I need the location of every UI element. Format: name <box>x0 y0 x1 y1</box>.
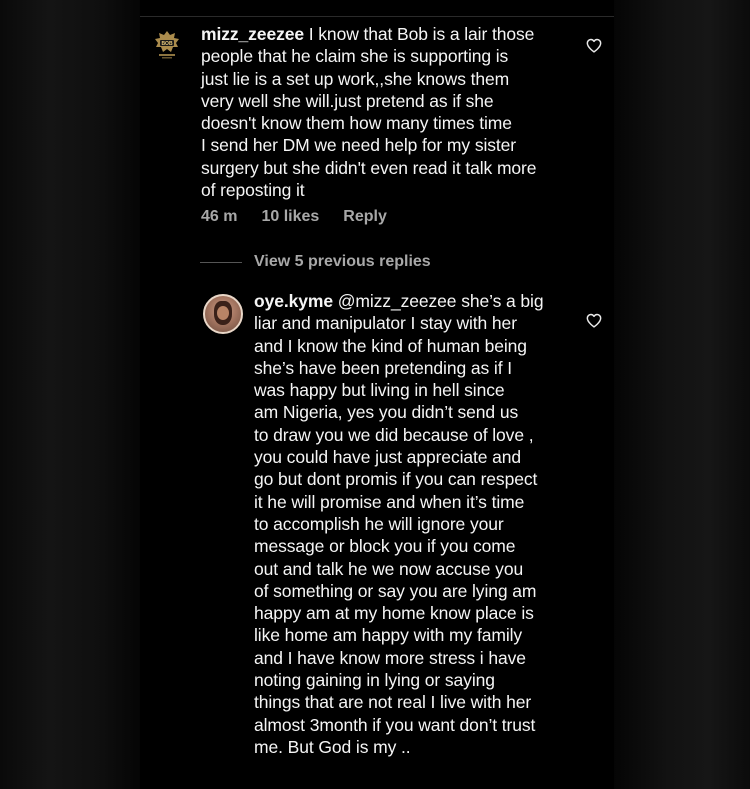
comment-timestamp: 46 m <box>201 208 238 225</box>
comment-text-line: happy am at my home know place is <box>254 603 534 624</box>
comment-body-mizz-zeezee: mizz_zeezee I know that Bob is a lair th… <box>201 23 571 201</box>
comment-username[interactable]: oye.kyme <box>254 291 333 311</box>
likes-count[interactable]: 10 likes <box>261 208 319 226</box>
left-blurred-background <box>0 0 140 789</box>
comment-text-line: go but dont promis if you can respect <box>254 469 538 490</box>
comment-text-line: to accomplish he will ignore your <box>254 513 504 534</box>
comment-username[interactable]: mizz_zeezee <box>201 24 304 44</box>
comment-text-line: of something or say you are lying am <box>254 580 537 601</box>
screenshot-frame: BOB mizz_zeezee I know that Bob is a lai… <box>0 0 750 789</box>
comment-meta: 46 m 10 likes Reply <box>201 208 411 226</box>
comment-text-line: I send her DM we need help for my sister <box>201 135 517 156</box>
view-previous-replies[interactable]: View 5 previous replies <box>200 253 431 271</box>
comment-text-line: noting gaining in lying or saying <box>254 670 495 691</box>
replies-divider-line <box>200 261 242 263</box>
comment-text-line: you could have just appreciate and <box>254 447 522 468</box>
comment-text-line: am Nigeria, yes you didn’t send us <box>254 402 519 423</box>
avatar-text: BOB <box>161 41 173 47</box>
comment-text-line: and I have know more stress i have <box>254 647 526 668</box>
view-replies-label[interactable]: View 5 previous replies <box>254 253 431 271</box>
avatar-mizz-zeezee[interactable]: BOB <box>150 28 184 62</box>
comment-text-line: she’s have been pretending as if I <box>254 357 512 378</box>
comment-text-line: almost 3month if you want don’t trust <box>254 714 536 735</box>
comment-first-line: oye.kyme @mizz_zeezee she’s a big <box>254 290 584 312</box>
avatar-oye-kyme[interactable] <box>203 294 243 334</box>
comment-text-line: it he will promise and when it’s time <box>254 491 525 512</box>
comment-first-line: mizz_zeezee I know that Bob is a lair th… <box>201 23 571 45</box>
comment-text-line: @mizz_zeezee she’s a big <box>332 291 544 311</box>
comment-text-line: things that are not real I live with her <box>254 692 532 713</box>
top-divider <box>140 16 614 17</box>
comment-text-line: liar and manipulator I stay with her <box>254 313 517 334</box>
comment-text-line: me. But God is my .. <box>254 736 411 757</box>
comment-text-line: was happy but living in hell since <box>254 380 505 401</box>
right-blurred-background <box>614 0 750 789</box>
bob-crest-icon: BOB <box>155 31 179 59</box>
comment-text-line: I know that Bob is a lair those <box>304 24 535 44</box>
comment-text-line: of reposting it <box>201 180 305 201</box>
reply-button[interactable]: Reply <box>343 208 387 226</box>
comment-text-line: message or block you if you come <box>254 536 516 557</box>
comment-text-line: people that he claim she is supporting i… <box>201 46 509 67</box>
comment-text-line: doesn't know them how many times time <box>201 113 512 134</box>
comment-body-oye-kyme: oye.kyme @mizz_zeezee she’s a big liar a… <box>254 290 584 758</box>
comment-text-line: like home am happy with my family <box>254 625 523 646</box>
comment-text-line: to draw you we did because of love , <box>254 424 534 445</box>
comment-text-line: very well she will.just pretend as if sh… <box>201 90 494 111</box>
comment-text-line: out and talk he we now accuse you <box>254 558 524 579</box>
heart-outline-icon[interactable] <box>586 38 602 53</box>
comment-text-line: just lie is a set up work,,she knows the… <box>201 68 510 89</box>
comment-text-line: and I know the kind of human being <box>254 335 527 356</box>
heart-outline-icon[interactable] <box>586 313 602 328</box>
comment-text-line: surgery but she didn't even read it talk… <box>201 157 537 178</box>
